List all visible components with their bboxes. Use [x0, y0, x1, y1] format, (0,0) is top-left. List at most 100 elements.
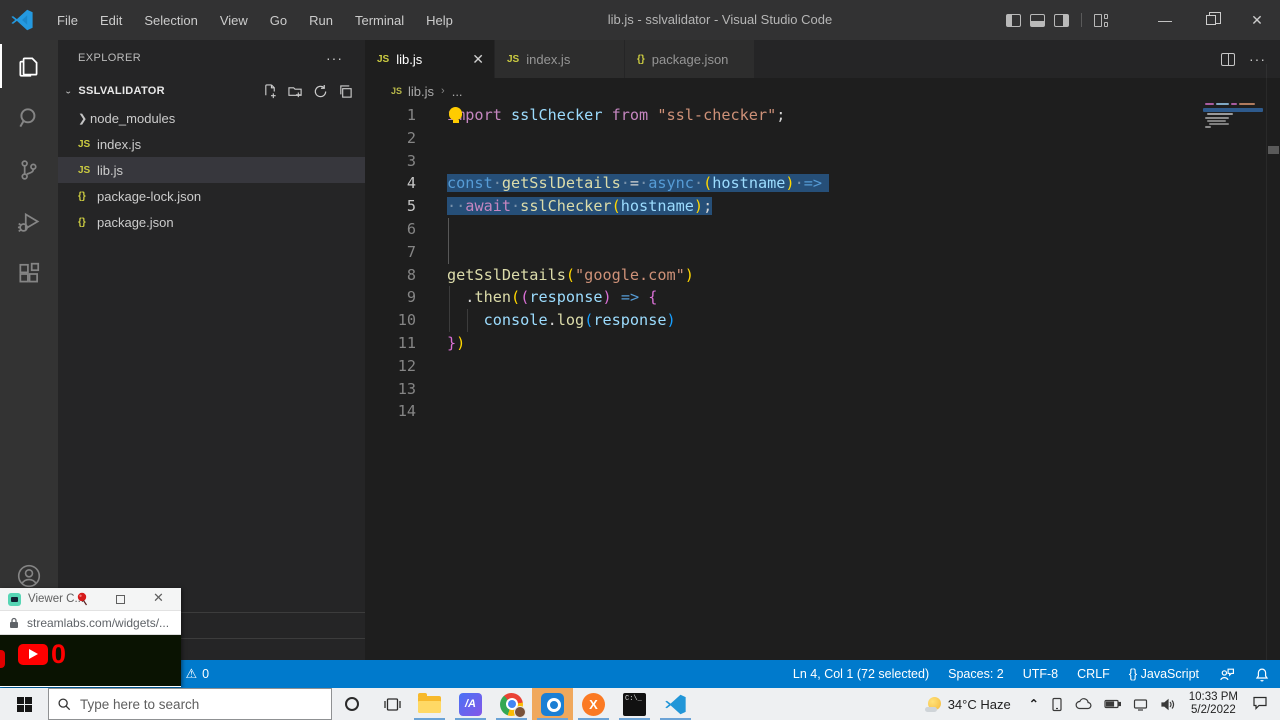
windows-taskbar: /A X C:\_ 34°C Haze ⌃: [0, 688, 1280, 720]
cortana-button[interactable]: [332, 688, 372, 720]
overview-ruler[interactable]: [1266, 64, 1280, 660]
task-view-button[interactable]: [372, 688, 412, 720]
app-a-taskbar-button[interactable]: /A: [450, 688, 491, 720]
workspace-header[interactable]: ⌄ SSLVALIDATOR: [58, 78, 365, 104]
editor-more-icon[interactable]: ···: [1249, 51, 1266, 67]
menu-file[interactable]: File: [46, 13, 89, 28]
overlay-url[interactable]: streamlabs.com/widgets/...: [27, 616, 169, 630]
breadcrumb-symbol[interactable]: ...: [452, 84, 463, 99]
streamlabs-taskbar-button[interactable]: [532, 688, 573, 720]
cursor-position[interactable]: Ln 4, Col 1 (72 selected): [793, 667, 929, 681]
tab-lib.js[interactable]: JSlib.js✕: [365, 40, 495, 78]
search-icon[interactable]: [0, 92, 58, 144]
clock[interactable]: 10:33 PM 5/2/2022: [1189, 691, 1238, 717]
breadcrumb[interactable]: JS lib.js › ...: [365, 78, 1280, 104]
encoding[interactable]: UTF-8: [1023, 667, 1058, 681]
vscode-taskbar-button[interactable]: [655, 688, 696, 720]
language-mode[interactable]: {} JavaScript: [1129, 667, 1199, 681]
explorer-icon[interactable]: [0, 40, 58, 92]
weather-text[interactable]: 34°C Haze: [948, 697, 1011, 712]
menu-help[interactable]: Help: [415, 13, 464, 28]
refresh-icon[interactable]: [313, 84, 328, 99]
cortana-icon: [345, 697, 359, 711]
pushpin-icon[interactable]: [74, 591, 90, 607]
menu-terminal[interactable]: Terminal: [344, 13, 415, 28]
code-line-3[interactable]: 3: [365, 150, 1280, 173]
lightbulb-icon[interactable]: [449, 107, 462, 120]
collapse-all-icon[interactable]: [338, 84, 353, 99]
feedback-icon[interactable]: [1218, 666, 1235, 683]
minimize-button[interactable]: —: [1142, 0, 1188, 40]
code-line-13[interactable]: 13: [365, 378, 1280, 401]
weather-icon[interactable]: [925, 696, 942, 713]
battery-icon[interactable]: [1104, 699, 1121, 709]
xampp-taskbar-button[interactable]: X: [573, 688, 614, 720]
viewer-count-window[interactable]: Viewer C... ✕ streamlabs.com/widgets/...…: [0, 588, 181, 687]
menu-view[interactable]: View: [209, 13, 259, 28]
run-debug-icon[interactable]: [0, 196, 58, 248]
tree-item-lib.js[interactable]: JSlib.js: [58, 157, 365, 183]
toggle-panel-icon[interactable]: [1030, 14, 1045, 27]
indentation[interactable]: Spaces: 2: [948, 667, 1004, 681]
code-line-14[interactable]: 14: [365, 400, 1280, 423]
vscode-icon: [664, 693, 687, 716]
code-line-11[interactable]: 11}): [365, 332, 1280, 355]
lock-icon: [9, 617, 19, 629]
notifications-bell-icon[interactable]: [1254, 666, 1270, 683]
new-folder-icon[interactable]: [288, 84, 303, 99]
cmd-taskbar-button[interactable]: C:\_: [614, 688, 655, 720]
code-line-12[interactable]: 12: [365, 355, 1280, 378]
overlay-close-icon[interactable]: ✕: [153, 590, 164, 606]
warning-count[interactable]: 0: [202, 667, 209, 681]
code-line-1[interactable]: 1import sslChecker from "ssl-checker";: [365, 104, 1280, 127]
new-file-icon[interactable]: [263, 84, 278, 99]
code-line-2[interactable]: 2: [365, 127, 1280, 150]
eol-sequence[interactable]: CRLF: [1077, 667, 1110, 681]
action-center-icon[interactable]: [1252, 695, 1268, 713]
restore-button[interactable]: [1188, 0, 1234, 40]
customize-layout-icon[interactable]: [1094, 14, 1108, 27]
menu-edit[interactable]: Edit: [89, 13, 133, 28]
overlay-titlebar[interactable]: Viewer C... ✕: [0, 588, 181, 611]
start-button[interactable]: [0, 688, 48, 720]
code-line-9[interactable]: 9 .then((response) => {: [365, 286, 1280, 309]
code-line-6[interactable]: 6: [365, 218, 1280, 241]
code-line-8[interactable]: 8getSslDetails("google.com"): [365, 264, 1280, 287]
menu-run[interactable]: Run: [298, 13, 344, 28]
explorer-more-icon[interactable]: ···: [326, 50, 343, 66]
minimap[interactable]: [1203, 100, 1266, 170]
toggle-sidebar-icon[interactable]: [1006, 14, 1021, 27]
show-hidden-icons-chevron[interactable]: ⌃: [1029, 697, 1039, 711]
toggle-secondary-sidebar-icon[interactable]: [1054, 14, 1069, 27]
code-line-5[interactable]: 5··await·sslChecker(hostname);: [365, 195, 1280, 218]
search-input[interactable]: [80, 697, 300, 712]
tree-item-index.js[interactable]: JSindex.js: [58, 131, 365, 157]
tab-package.json[interactable]: {}package.json: [625, 40, 755, 78]
tree-item-package.json[interactable]: {}package.json: [58, 209, 365, 235]
taskbar-search[interactable]: [48, 688, 332, 720]
tab-close-icon[interactable]: ✕: [456, 51, 484, 68]
extensions-icon[interactable]: [0, 248, 58, 300]
overlay-maximize-icon[interactable]: [116, 595, 125, 604]
close-button[interactable]: ✕: [1234, 0, 1280, 40]
file-explorer-taskbar-button[interactable]: [409, 688, 450, 720]
split-editor-icon[interactable]: [1221, 53, 1235, 66]
js-file-icon: JS: [377, 54, 389, 65]
overlay-addressbar[interactable]: streamlabs.com/widgets/...: [0, 611, 181, 635]
tree-item-package-lock.json[interactable]: {}package-lock.json: [58, 183, 365, 209]
code-line-4[interactable]: 4const·getSslDetails·=·async·(hostname)·…: [365, 172, 1280, 195]
phone-link-icon[interactable]: [1051, 697, 1063, 712]
code-line-10[interactable]: 10 console.log(response): [365, 309, 1280, 332]
tab-index.js[interactable]: JSindex.js: [495, 40, 625, 78]
code-area[interactable]: 1import sslChecker from "ssl-checker";23…: [365, 104, 1280, 423]
breadcrumb-file[interactable]: lib.js: [408, 84, 434, 99]
code-line-7[interactable]: 7: [365, 241, 1280, 264]
volume-icon[interactable]: [1160, 698, 1175, 711]
menu-selection[interactable]: Selection: [133, 13, 208, 28]
chrome-taskbar-button[interactable]: [491, 688, 532, 720]
onedrive-cloud-icon[interactable]: [1075, 698, 1092, 710]
source-control-icon[interactable]: [0, 144, 58, 196]
network-icon[interactable]: [1133, 698, 1148, 711]
tree-item-node_modules[interactable]: ❯node_modules: [58, 105, 365, 131]
menu-go[interactable]: Go: [259, 13, 298, 28]
